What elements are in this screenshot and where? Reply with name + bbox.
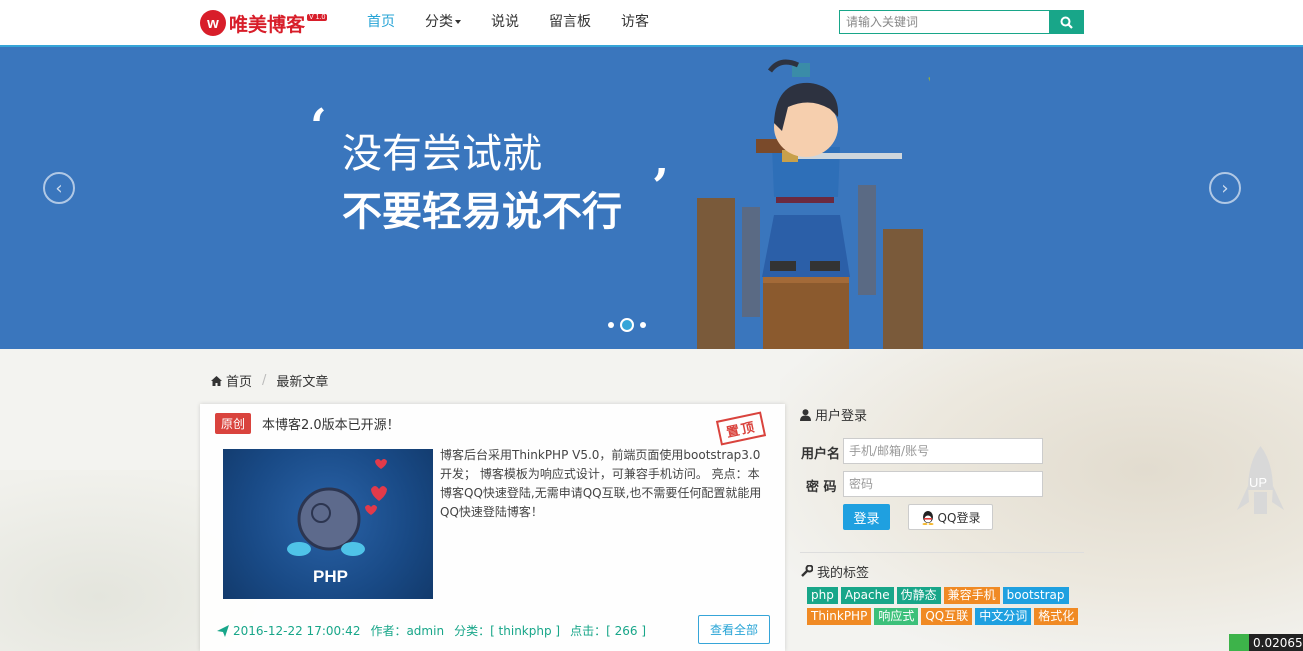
sidebar-divider — [800, 552, 1084, 553]
breadcrumb-separator: / — [262, 373, 267, 388]
logo-badge: w — [200, 10, 226, 36]
article-description: 博客后台采用ThinkPHP V5.0，前端页面使用bootstrap3.0开发… — [440, 448, 762, 519]
search-input[interactable] — [839, 10, 1049, 34]
page-timer-badge: 0.020652 — [1229, 634, 1303, 651]
logo-version: V 1.0 — [307, 13, 328, 21]
article-author: 作者：admin — [370, 624, 445, 638]
qq-icon — [922, 510, 934, 525]
tag-item[interactable]: Apache — [840, 587, 894, 604]
login-button[interactable]: 登录 — [843, 504, 890, 530]
chevron-left-icon: ‹ — [55, 177, 63, 199]
caret-down-icon — [455, 20, 461, 24]
chevron-right-icon: › — [1221, 177, 1229, 199]
pinned-stamp: 置顶 — [715, 411, 767, 446]
qq-login-button[interactable]: QQ登录 — [908, 504, 993, 530]
password-label: 密 码 — [806, 480, 837, 495]
password-input[interactable] — [843, 471, 1043, 497]
article-thumbnail[interactable]: PHP — [223, 449, 433, 599]
tag-item[interactable]: 格式化 — [1034, 608, 1079, 625]
search-icon — [1060, 16, 1073, 29]
logo-text: 唯美博客 — [229, 13, 306, 36]
article-title[interactable]: 本博客2.0版本已开源！ — [262, 414, 400, 433]
article-card: 原创 本博客2.0版本已开源！ 置顶 PHP 博客后台采用ThinkPHP V5… — [200, 404, 785, 651]
home-icon — [211, 375, 222, 386]
send-icon — [217, 624, 229, 637]
original-badge: 原创 — [215, 413, 252, 434]
banner-slogan-line2: 不要轻易说不行 — [342, 189, 622, 235]
qq-login-label: QQ登录 — [937, 510, 981, 525]
quote-open-mark: ‘ — [310, 99, 327, 155]
nav-guestbook[interactable]: 留言板 — [534, 0, 606, 45]
nav-visitors-label: 访客 — [621, 14, 649, 30]
breadcrumb: 首页 / 最新文章 — [211, 371, 328, 390]
slide-dot-1[interactable] — [608, 322, 614, 328]
username-label: 用户名 — [801, 447, 841, 462]
search-button[interactable] — [1049, 10, 1084, 34]
article-meta: 2016-12-22 17:00:42 作者：admin 分类：[ thinkp… — [217, 622, 646, 639]
article-category[interactable]: 分类：[ thinkphp ] — [454, 622, 560, 639]
up-label: UP — [1249, 475, 1268, 490]
nav-talk-label: 说说 — [491, 14, 519, 30]
tags-section-title: 我的标签 — [800, 562, 869, 581]
tag-item[interactable]: QQ互联 — [921, 608, 973, 625]
article-clicks: 点击：[ 266 ] — [570, 624, 647, 638]
username-input[interactable] — [843, 438, 1043, 464]
back-to-top-button[interactable]: UP — [1237, 446, 1284, 518]
slide-dot-2[interactable] — [620, 318, 634, 332]
nav-talk[interactable]: 说说 — [476, 0, 534, 45]
nav-category-label: 分类 — [425, 14, 453, 30]
tag-item[interactable]: 响应式 — [874, 608, 919, 625]
site-logo[interactable]: w 唯美博客 V 1.0 — [200, 9, 328, 37]
nav-visitors[interactable]: 访客 — [606, 0, 664, 45]
timer-value: 0.020652 — [1253, 635, 1303, 650]
swordsman-illustration — [697, 59, 930, 349]
search-box — [839, 10, 1084, 34]
tag-item[interactable]: 中文分词 — [975, 608, 1032, 625]
user-icon — [800, 408, 811, 421]
login-title-text: 用户登录 — [815, 409, 868, 424]
article-date-text: 2016-12-22 17:00:42 — [233, 623, 361, 638]
main-nav: 首页 分类 说说 留言板 访客 — [352, 0, 664, 45]
tag-item[interactable]: php — [807, 587, 838, 604]
prev-slide-button[interactable]: ‹ — [43, 172, 75, 204]
nav-home[interactable]: 首页 — [352, 0, 410, 45]
quote-close-mark: ’ — [652, 159, 669, 215]
tag-item[interactable]: 伪静态 — [896, 587, 941, 604]
slide-dot-3[interactable] — [640, 322, 646, 328]
nav-home-label: 首页 — [367, 14, 395, 30]
tags-title-text: 我的标签 — [817, 566, 870, 581]
tag-item[interactable]: 兼容手机 — [943, 587, 1000, 604]
breadcrumb-current: 最新文章 — [276, 375, 329, 390]
tag-item[interactable]: bootstrap — [1002, 587, 1069, 604]
nav-category[interactable]: 分类 — [410, 0, 476, 45]
wrench-icon — [801, 565, 813, 577]
login-section-title: 用户登录 — [800, 405, 867, 424]
timer-logo-icon — [1229, 634, 1249, 651]
view-all-button[interactable]: 查看全部 — [698, 615, 771, 644]
next-slide-button[interactable]: › — [1209, 172, 1241, 204]
article-date: 2016-12-22 17:00:42 — [217, 624, 360, 638]
hero-banner: ‹ › ‘ 没有尝试就 不要轻易说不行 ’ — [0, 47, 1303, 349]
tag-cloud: php Apache 伪静态 兼容手机 bootstrap ThinkPHP 响应式 QQ互联… — [807, 587, 1087, 625]
top-navbar: w 唯美博客 V 1.0 首页 分类 说说 留言板 访客 — [0, 0, 1303, 47]
thumbnail-label: PHP — [313, 567, 348, 586]
breadcrumb-home[interactable]: 首页 — [226, 371, 252, 390]
tag-item[interactable]: ThinkPHP — [807, 608, 872, 625]
slide-indicators — [608, 318, 646, 332]
nav-guestbook-label: 留言板 — [549, 14, 591, 30]
banner-slogan-line1: 没有尝试就 — [342, 131, 542, 177]
